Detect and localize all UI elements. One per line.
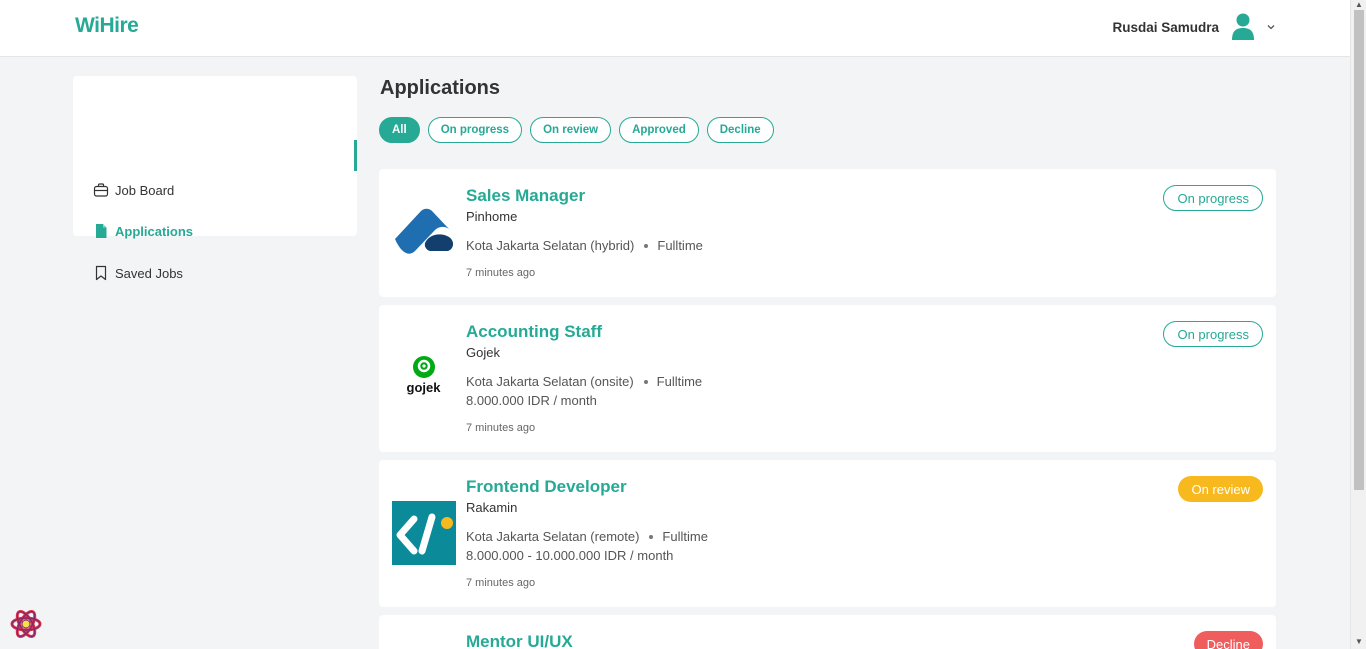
scroll-up-arrow-icon[interactable]: ▲ — [1354, 0, 1364, 10]
job-type: Fulltime — [657, 238, 703, 253]
user-menu[interactable]: Rusdai Samudra — [1112, 12, 1276, 42]
job-title[interactable]: Accounting Staff — [466, 322, 602, 342]
filter-on-review[interactable]: On review — [530, 117, 612, 143]
job-title[interactable]: Sales Manager — [466, 186, 585, 206]
sidebar-item-label: Job Board — [115, 182, 175, 198]
page-title: Applications — [380, 77, 501, 99]
separator-dot — [649, 534, 654, 539]
application-card[interactable]: Sales Manager Pinhome Kota Jakarta Selat… — [379, 169, 1276, 297]
application-card[interactable]: Frontend Developer Rakamin Kota Jakarta … — [379, 460, 1276, 607]
company-name: Gojek — [466, 345, 500, 360]
active-indicator — [354, 140, 357, 171]
filter-approved[interactable]: Approved — [619, 117, 699, 143]
gojek-logo-icon — [412, 356, 435, 378]
sidebar-item-job-board[interactable]: Job Board — [93, 178, 174, 202]
applied-time: 7 minutes ago — [466, 577, 536, 589]
sidebar-item-label: Saved Jobs — [115, 265, 183, 281]
application-card[interactable]: Mentor UI/UX Decline — [379, 615, 1276, 649]
status-filter-bar: All On progress On review Approved Decli… — [379, 117, 774, 143]
company-name: Rakamin — [466, 500, 518, 515]
bookmark-icon — [95, 265, 107, 281]
applied-time: 7 minutes ago — [466, 422, 536, 434]
page-scrollbar[interactable]: ▲ ▼ — [1350, 0, 1366, 649]
sidebar-item-applications[interactable]: Applications — [93, 219, 193, 243]
user-avatar-icon[interactable] — [1231, 13, 1255, 41]
status-badge: On review — [1178, 476, 1263, 502]
status-badge: On progress — [1163, 185, 1263, 211]
status-badge: Decline — [1193, 631, 1263, 649]
job-salary: 8.000.000 IDR / month — [466, 393, 597, 408]
company-name: Pinhome — [466, 209, 518, 224]
job-meta: Kota Jakarta Selatan (onsite) Fulltime — [466, 374, 702, 389]
filter-on-progress[interactable]: On progress — [427, 117, 523, 143]
pinhome-logo-icon — [395, 208, 454, 254]
job-title[interactable]: Frontend Developer — [466, 477, 627, 497]
scroll-down-arrow-icon[interactable]: ▼ — [1354, 637, 1364, 647]
user-name[interactable]: Rusdai Samudra — [1112, 20, 1219, 35]
separator-dot — [643, 379, 648, 384]
applied-time: 7 minutes ago — [466, 267, 536, 279]
gojek-logo-text: gojek — [406, 380, 441, 395]
chevron-down-icon[interactable] — [1266, 22, 1276, 32]
job-location: Kota Jakarta Selatan (hybrid) — [466, 238, 635, 253]
job-title[interactable]: Mentor UI/UX — [466, 632, 573, 649]
filter-decline[interactable]: Decline — [706, 117, 774, 143]
application-card[interactable]: gojek Accounting Staff Gojek Kota Jakart… — [379, 305, 1276, 452]
document-icon — [96, 224, 107, 238]
separator-dot — [644, 243, 649, 248]
gojek-logo: gojek — [391, 355, 456, 420]
job-location: Kota Jakarta Selatan (onsite) — [466, 374, 634, 389]
job-type: Fulltime — [656, 374, 703, 389]
status-badge: On progress — [1163, 321, 1263, 347]
briefcase-icon — [93, 183, 109, 197]
sidebar-item-saved-jobs[interactable]: Saved Jobs — [93, 261, 183, 285]
job-type: Fulltime — [662, 529, 708, 544]
rakamin-logo-icon — [392, 501, 456, 565]
job-meta: Kota Jakarta Selatan (remote) Fulltime — [466, 529, 708, 544]
sidebar-item-label: Applications — [115, 223, 194, 239]
job-meta: Kota Jakarta Selatan (hybrid) Fulltime — [466, 238, 703, 253]
job-salary: 8.000.000 - 10.000.000 IDR / month — [466, 548, 674, 563]
filter-all[interactable]: All — [379, 117, 420, 143]
react-devtools-icon[interactable] — [9, 607, 43, 641]
sidebar: Job Board Applications Saved Jobs — [73, 76, 357, 281]
app-logo[interactable]: WiHire — [75, 14, 139, 38]
job-location: Kota Jakarta Selatan (remote) — [466, 529, 640, 544]
top-bar: WiHire Rusdai Samudra — [0, 0, 1350, 57]
scroll-thumb[interactable] — [1354, 10, 1364, 490]
